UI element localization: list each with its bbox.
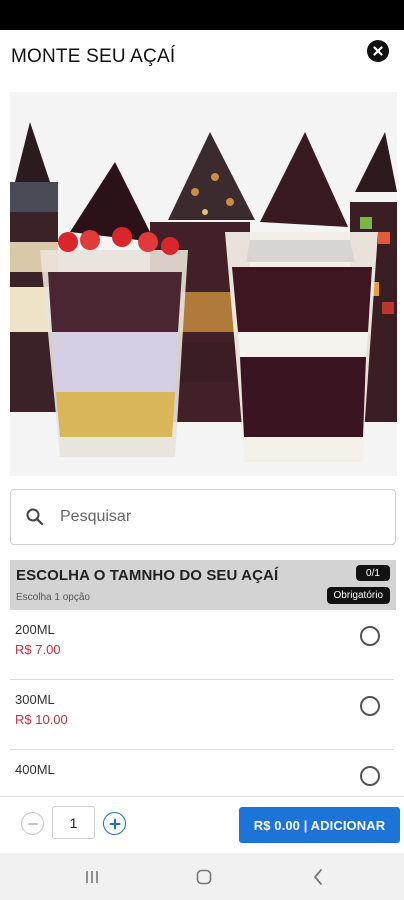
option-price: R$ 10.00 bbox=[15, 712, 68, 727]
option-name: 300ML bbox=[15, 692, 55, 707]
option-name: 400ML bbox=[15, 762, 55, 777]
increase-quantity-button[interactable] bbox=[103, 812, 126, 835]
close-button[interactable] bbox=[367, 40, 389, 62]
section-title: ESCOLHA O TAMNHO DO SEU AÇAÍ bbox=[16, 567, 279, 584]
home-button[interactable] bbox=[192, 865, 216, 889]
radio-button[interactable] bbox=[360, 696, 380, 716]
add-to-cart-button[interactable]: R$ 0.00 | ADICIONAR bbox=[239, 807, 400, 843]
radio-button[interactable] bbox=[360, 766, 380, 786]
back-button[interactable] bbox=[306, 865, 330, 889]
page-title: MONTE SEU AÇAÍ bbox=[11, 46, 176, 67]
quantity-field[interactable]: 1 bbox=[52, 806, 95, 839]
home-icon bbox=[196, 869, 212, 885]
size-option-list: 200ML R$ 7.00 300ML R$ 10.00 400ML bbox=[0, 610, 404, 796]
back-icon bbox=[314, 869, 322, 885]
search-box[interactable] bbox=[10, 489, 396, 545]
product-image bbox=[10, 92, 397, 476]
list-item[interactable]: 300ML R$ 10.00 bbox=[10, 680, 394, 750]
search-input[interactable] bbox=[60, 508, 360, 526]
footer-bar: 1 R$ 0.00 | ADICIONAR bbox=[0, 796, 404, 853]
status-bar bbox=[0, 0, 404, 30]
list-item[interactable]: 400ML bbox=[10, 750, 394, 796]
decrease-quantity-button[interactable] bbox=[21, 812, 44, 835]
size-section-header: ESCOLHA O TAMNHO DO SEU AÇAÍ Escolha 1 o… bbox=[10, 560, 396, 610]
section-subtitle: Escolha 1 opção bbox=[16, 592, 90, 603]
search-icon bbox=[24, 506, 46, 528]
minus-icon bbox=[27, 822, 38, 825]
selection-count-badge: 0/1 bbox=[356, 565, 390, 581]
plus-icon bbox=[109, 818, 120, 829]
option-price: R$ 7.00 bbox=[15, 642, 61, 657]
recent-apps-button[interactable] bbox=[80, 865, 104, 889]
required-badge: Obrigatório bbox=[326, 587, 390, 604]
close-icon bbox=[373, 46, 383, 56]
option-name: 200ML bbox=[15, 622, 55, 637]
modal-header: MONTE SEU AÇAÍ bbox=[0, 30, 404, 82]
android-nav-bar bbox=[0, 853, 404, 900]
list-item[interactable]: 200ML R$ 7.00 bbox=[10, 610, 394, 680]
recent-apps-icon bbox=[86, 871, 98, 883]
radio-button[interactable] bbox=[360, 626, 380, 646]
